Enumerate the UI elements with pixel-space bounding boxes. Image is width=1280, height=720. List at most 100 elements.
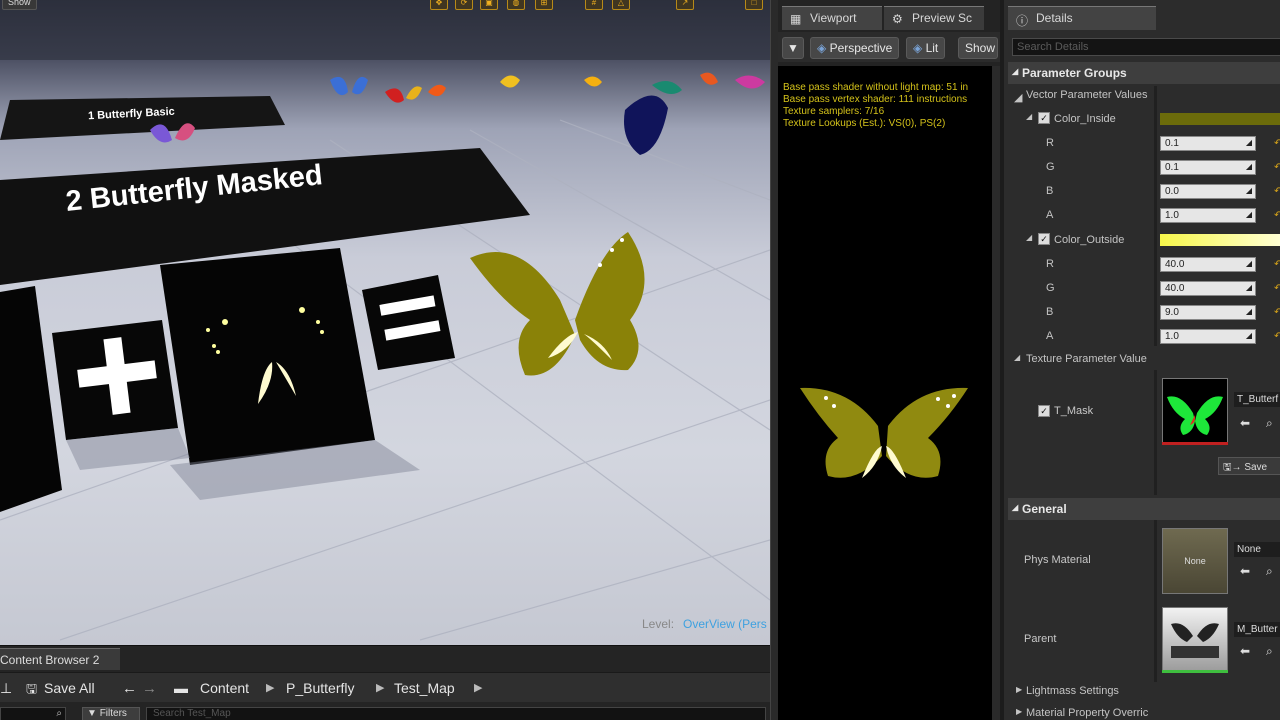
- show-button[interactable]: Show: [2, 0, 37, 10]
- reset-icon[interactable]: ↶: [1274, 210, 1280, 221]
- t-mask-thumbnail[interactable]: [1162, 378, 1228, 444]
- column-splitter[interactable]: [1154, 370, 1157, 495]
- channel-value: 0.0: [1165, 186, 1179, 197]
- reset-icon[interactable]: ↶: [1274, 283, 1280, 294]
- grid-snap-icon[interactable]: #: [585, 0, 603, 10]
- use-selected-arrow-icon[interactable]: ⬅: [1240, 564, 1250, 578]
- path-search-input[interactable]: ⌕: [0, 707, 66, 720]
- breadcrumb-arrow-icon[interactable]: ▶: [376, 681, 384, 694]
- breadcrumb-p-butterfly[interactable]: P_Butterfly: [286, 680, 354, 696]
- maximize-icon[interactable]: □: [745, 0, 763, 10]
- color-outside-checkbox[interactable]: ✓: [1038, 233, 1050, 245]
- spin-icon: ◢: [1245, 307, 1252, 316]
- breadcrumb-arrow-icon[interactable]: ▶: [266, 681, 274, 694]
- parent-material-thumbnail[interactable]: [1162, 607, 1228, 673]
- details-panel: ⓘ Details Search Details ◢ Parameter Group…: [1000, 0, 1280, 720]
- column-splitter[interactable]: [1154, 520, 1157, 682]
- channel-row: A 1.0 ◢ ↶: [1008, 204, 1280, 228]
- translate-icon[interactable]: ✥: [430, 0, 448, 10]
- use-selected-arrow-icon[interactable]: ⬅: [1240, 644, 1250, 658]
- phys-material-label: Phys Material: [1024, 554, 1091, 566]
- tab-preview-scene[interactable]: ⚙ Preview Sc: [884, 6, 984, 30]
- preview-scrollbar[interactable]: [992, 66, 1000, 720]
- lightmass-settings-row[interactable]: ▶ Lightmass Settings: [1008, 682, 1280, 702]
- search-details-input[interactable]: Search Details: [1012, 38, 1280, 56]
- channel-label: A: [1046, 330, 1054, 342]
- channel-value-input[interactable]: 1.0 ◢: [1160, 208, 1256, 223]
- surface-snap-icon[interactable]: ⊞: [535, 0, 553, 10]
- material-preview-viewport[interactable]: Base pass shader without light map: 51 i…: [778, 66, 992, 720]
- channel-value-input[interactable]: 1.0 ◢: [1160, 329, 1256, 344]
- channel-row: R 40.0 ◢ ↶: [1008, 253, 1280, 277]
- parent-asset-name[interactable]: M_Butter: [1234, 622, 1280, 637]
- material-override-row[interactable]: ▶ Material Property Overric: [1008, 704, 1280, 720]
- options-dropdown-icon[interactable]: ▼: [782, 37, 804, 59]
- browse-magnifier-icon[interactable]: ⌕: [1266, 644, 1273, 659]
- browse-magnifier-icon[interactable]: ⌕: [1266, 564, 1273, 579]
- filters-button[interactable]: ▼ Filters: [82, 707, 140, 720]
- channel-value-input[interactable]: 0.1 ◢: [1160, 136, 1256, 151]
- collapse-arrow-icon[interactable]: ◢: [1026, 233, 1032, 242]
- save-icon: 🖫→: [1223, 462, 1245, 473]
- panel-splitter[interactable]: [770, 0, 778, 720]
- browse-magnifier-icon[interactable]: ⌕: [1266, 416, 1273, 431]
- tab-content-browser[interactable]: Content Browser 2: [0, 648, 120, 670]
- reset-icon[interactable]: ↶: [1274, 331, 1280, 342]
- back-icon[interactable]: ←: [122, 680, 137, 697]
- channel-value-input[interactable]: 9.0 ◢: [1160, 305, 1256, 320]
- tab-details-label: Details: [1036, 11, 1073, 25]
- perspective-button[interactable]: ◈ Perspective: [810, 37, 900, 59]
- show-button[interactable]: Show: [958, 37, 998, 59]
- color-inside-checkbox[interactable]: ✓: [1038, 112, 1050, 124]
- breadcrumb-content[interactable]: Content: [200, 680, 249, 696]
- use-selected-arrow-icon[interactable]: ⬅: [1240, 416, 1250, 430]
- reset-icon[interactable]: ↶: [1274, 186, 1280, 197]
- phys-material-asset-name[interactable]: None: [1234, 542, 1280, 557]
- channel-value-input[interactable]: 0.1 ◢: [1160, 160, 1256, 175]
- spin-icon: ◢: [1245, 162, 1252, 171]
- rotate-icon[interactable]: ⟳: [455, 0, 473, 10]
- level-viewport[interactable]: Show ✥ ⟳ ▣ ◍ ⊞ # △ ↗ □ 1 Butterfly Basic…: [0, 0, 770, 645]
- tab-details[interactable]: ⓘ Details: [1008, 6, 1156, 30]
- spin-icon: ◢: [1245, 283, 1252, 292]
- scale-icon[interactable]: ▣: [480, 0, 498, 10]
- save-all-button[interactable]: Save All: [44, 680, 95, 696]
- asset-search-input[interactable]: Search Test_Map: [146, 707, 766, 720]
- camera-speed-icon[interactable]: ↗: [676, 0, 694, 10]
- save-texture-button[interactable]: 🖫→ Save: [1218, 457, 1280, 475]
- t-mask-label: T_Mask: [1054, 405, 1094, 417]
- channel-label: R: [1046, 258, 1054, 270]
- category-general[interactable]: ◢ General: [1008, 498, 1280, 520]
- channel-value-input[interactable]: 40.0 ◢: [1160, 281, 1256, 296]
- t-mask-asset-name[interactable]: T_Butterf: [1234, 392, 1280, 407]
- channel-value-input[interactable]: 0.0 ◢: [1160, 184, 1256, 199]
- angle-snap-icon[interactable]: △: [612, 0, 630, 10]
- phys-material-thumbnail[interactable]: None: [1162, 528, 1228, 594]
- spin-icon: ◢: [1245, 331, 1252, 340]
- perspective-label: Perspective: [829, 41, 893, 55]
- color-outside-swatch[interactable]: [1160, 234, 1280, 246]
- world-local-icon[interactable]: ◍: [507, 0, 525, 10]
- collapse-icon[interactable]: ⊥: [0, 680, 12, 697]
- expand-arrow-icon: ▶: [1016, 685, 1023, 694]
- breadcrumb-test-map[interactable]: Test_Map: [394, 680, 455, 696]
- category-parameter-groups[interactable]: ◢ Parameter Groups: [1008, 62, 1280, 84]
- vector-params-row[interactable]: ◢ Vector Parameter Values: [1008, 86, 1280, 106]
- reset-icon[interactable]: ↶: [1274, 307, 1280, 318]
- reset-icon[interactable]: ↶: [1274, 162, 1280, 173]
- tab-viewport[interactable]: ▦ Viewport: [782, 6, 882, 30]
- channel-label: B: [1046, 306, 1054, 318]
- t-mask-checkbox[interactable]: ✓: [1038, 405, 1050, 417]
- reset-icon[interactable]: ↶: [1274, 138, 1280, 149]
- channel-row: B 9.0 ◢ ↶: [1008, 301, 1280, 325]
- channel-value: 1.0: [1165, 331, 1179, 342]
- breadcrumb-arrow-icon[interactable]: ▶: [474, 681, 482, 694]
- color-inside-swatch[interactable]: [1160, 113, 1280, 125]
- lit-button[interactable]: ◈ Lit: [906, 37, 946, 59]
- channel-value-input[interactable]: 40.0 ◢: [1160, 257, 1256, 272]
- filter-icon: ▼: [87, 708, 100, 719]
- collapse-arrow-icon[interactable]: ◢: [1026, 112, 1032, 121]
- forward-icon[interactable]: →: [142, 680, 157, 697]
- reset-icon[interactable]: ↶: [1274, 259, 1280, 270]
- texture-params-row[interactable]: ◢ Texture Parameter Value: [1008, 349, 1280, 373]
